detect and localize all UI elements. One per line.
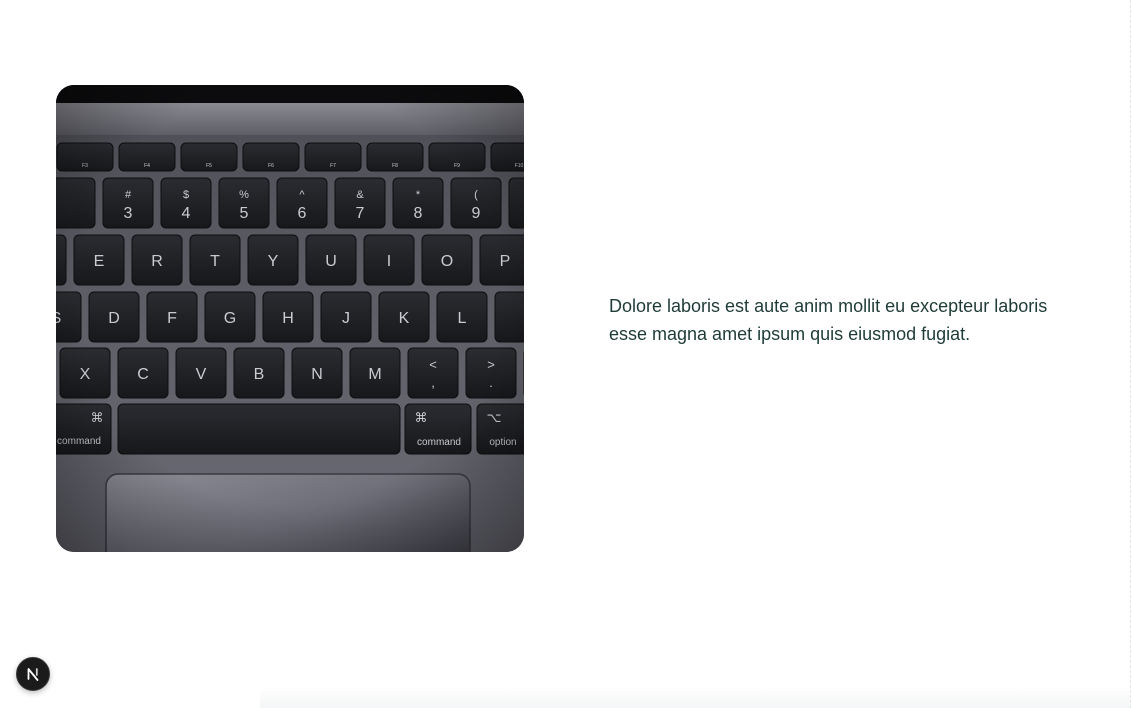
right-edge-divider	[1130, 0, 1131, 708]
keyboard-illustration: F3F4F5F6F7F8F9F10#3$4%5^6&7*8(9)0ERTYUIO…	[56, 85, 524, 552]
nextjs-dev-badge[interactable]	[16, 657, 50, 691]
page: F3F4F5F6F7F8F9F10#3$4%5^6&7*8(9)0ERTYUIO…	[0, 0, 1132, 708]
photo-vignette	[56, 85, 524, 552]
nextjs-logo-icon	[27, 668, 39, 681]
keyboard-photo: F3F4F5F6F7F8F9F10#3$4%5^6&7*8(9)0ERTYUIO…	[56, 85, 524, 552]
feature-description: Dolore laboris est aute anim mollit eu e…	[609, 296, 1048, 344]
bottom-scroll-fade	[260, 686, 1130, 708]
